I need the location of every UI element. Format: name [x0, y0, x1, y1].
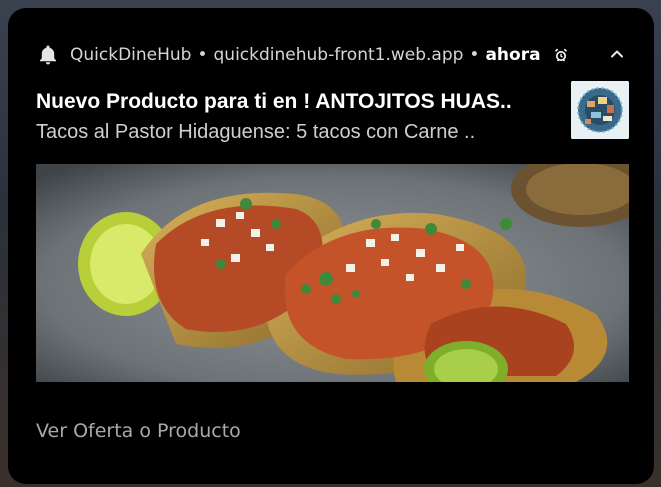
- notification-title: Nuevo Producto para ti en ! ANTOJITOS HU…: [36, 90, 512, 113]
- header-separator: •: [469, 45, 480, 65]
- bell-icon: [40, 45, 56, 65]
- view-offer-action[interactable]: Ver Oferta o Producto: [36, 420, 241, 442]
- source-site: quickdinehub-front1.web.app: [213, 45, 464, 65]
- notification-header: QuickDineHub • quickdinehub-front1.web.a…: [36, 40, 569, 70]
- header-separator: •: [197, 45, 208, 65]
- qd-logo-icon: [571, 81, 629, 139]
- chevron-up-icon[interactable]: [608, 45, 626, 63]
- push-notification-card[interactable]: QuickDineHub • quickdinehub-front1.web.a…: [8, 8, 654, 484]
- app-name: QuickDineHub: [70, 45, 192, 65]
- product-image[interactable]: [36, 164, 629, 382]
- app-thumbnail: [571, 81, 629, 139]
- notification-body: Tacos al Pastor Hidaguense: 5 tacos con …: [36, 121, 476, 143]
- notification-time: ahora: [485, 45, 541, 65]
- alarm-icon: [554, 48, 567, 62]
- tacos-photo: [36, 164, 629, 382]
